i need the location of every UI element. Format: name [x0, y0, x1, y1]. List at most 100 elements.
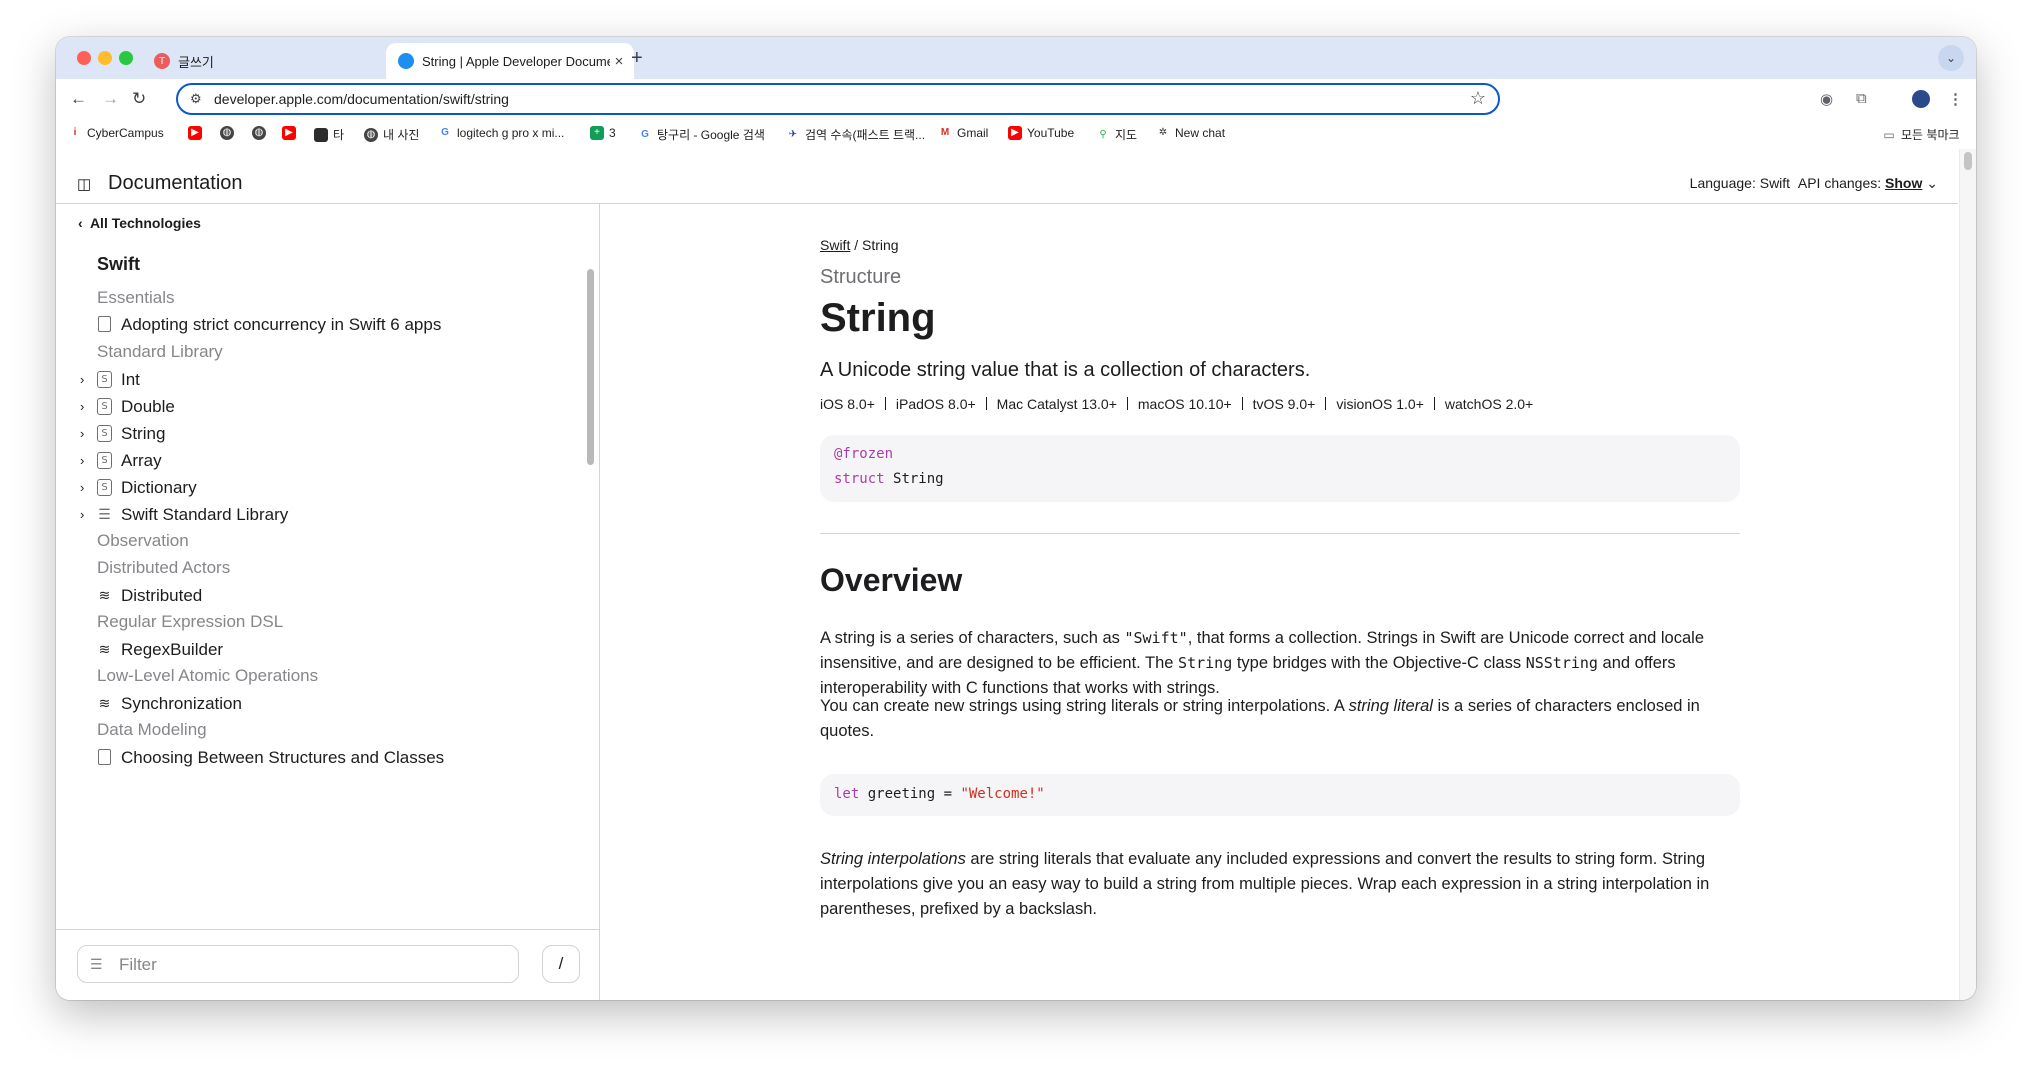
bookmark-item[interactable]: ◍ — [252, 126, 271, 140]
folder-icon: ▭ — [1882, 127, 1896, 142]
filter-icon: ☰ — [90, 956, 103, 972]
chatgpt-icon: ✲ — [1156, 126, 1170, 140]
close-window-button[interactable] — [77, 51, 91, 65]
site-info-icon[interactable]: ⚙ — [190, 91, 202, 107]
nav-item-dictionary[interactable]: › S Dictionary — [56, 477, 576, 503]
reload-icon[interactable]: ↻ — [132, 89, 146, 109]
nav-item-string[interactable]: › S String — [56, 423, 576, 449]
api-changes-toggle[interactable]: Show — [1885, 175, 1922, 191]
maximize-window-button[interactable] — [119, 51, 133, 65]
chevron-down-icon[interactable]: ⌄ — [1926, 175, 1938, 191]
google-icon: G — [638, 127, 652, 142]
filter-input[interactable]: ☰ Filter — [77, 945, 519, 983]
sidebar-scrollbar[interactable] — [587, 269, 594, 465]
overview-paragraph-3: String interpolations are string literal… — [820, 847, 1740, 922]
emphasis: string literal — [1348, 697, 1433, 715]
nav-item-array[interactable]: › S Array — [56, 450, 576, 476]
bookmark-item[interactable]: ✈ 검역 수속(패스트 트랙... — [786, 126, 925, 143]
nav-item-double[interactable]: › S Double — [56, 396, 576, 422]
nav-item-strict-concurrency[interactable]: Adopting strict concurrency in Swift 6 a… — [56, 314, 576, 340]
bookmark-item[interactable]: ◍ 내 사진 — [364, 126, 419, 143]
bookmark-item[interactable]: + 3 — [590, 126, 616, 140]
navigator-title[interactable]: Swift — [97, 254, 140, 275]
overview-heading: Overview — [820, 562, 963, 598]
nav-item-distributed[interactable]: ≋ Distributed — [56, 585, 576, 611]
nav-item-structures-and-classes[interactable]: Choosing Between Structures and Classes — [56, 747, 576, 773]
nav-item-synchronization[interactable]: ≋ Synchronization — [56, 693, 576, 719]
all-technologies-link[interactable]: ‹ All Technologies — [78, 215, 201, 231]
chevron-left-icon: ‹ — [78, 215, 83, 231]
bookmark-label: 타 — [333, 128, 345, 142]
inline-code[interactable]: NSString — [1526, 654, 1598, 672]
forward-icon[interactable]: → — [102, 89, 119, 109]
profile-avatar[interactable] — [1912, 90, 1930, 108]
nav-item-regexbuilder[interactable]: ≋ RegexBuilder — [56, 639, 576, 665]
bookmark-star-icon[interactable]: ☆ — [1470, 88, 1486, 109]
minimize-window-button[interactable] — [98, 51, 112, 65]
extensions-icon[interactable]: ⧉ — [1856, 90, 1867, 107]
bookmark-item[interactable]: G 탕구리 - Google 검색 — [638, 126, 765, 143]
youtube-icon: ▶ — [188, 126, 202, 140]
address-bar[interactable]: ⚙ developer.apple.com/documentation/swif… — [176, 83, 1500, 115]
nav-item-swift-standard-library[interactable]: › ☰ Swift Standard Library — [56, 504, 576, 530]
bookmark-item[interactable]: G logitech g pro x mi... — [438, 126, 564, 140]
nav-item-label: String — [121, 424, 166, 443]
code-text: greeting = — [859, 786, 961, 802]
platform-availability: iOS 8.0+ iPadOS 8.0+ Mac Catalyst 13.0+ mac… — [820, 396, 1533, 412]
bookmark-item[interactable]: ⚲ 지도 — [1096, 126, 1137, 143]
sidebar-toggle-icon[interactable]: ◫ — [77, 175, 91, 193]
text: You can create new strings using string … — [820, 697, 1349, 715]
chevron-right-icon[interactable]: › — [80, 480, 84, 495]
tab-search-button[interactable]: ⌄ — [1938, 45, 1964, 71]
structure-icon: S — [97, 370, 112, 388]
filter-shortcut-button[interactable]: / — [542, 945, 580, 983]
bookmark-label: 모든 북마크 — [1901, 128, 1960, 142]
nav-group-essentials: Essentials — [97, 288, 175, 307]
chevron-right-icon[interactable]: › — [80, 372, 84, 387]
tab-string-docs[interactable]: String | Apple Developer Documentation × — [386, 43, 634, 79]
new-tab-button[interactable]: + — [631, 47, 643, 70]
nav-item-label: Array — [121, 451, 162, 470]
nav-item-label: Swift Standard Library — [121, 505, 289, 524]
inline-code[interactable]: String — [1178, 654, 1232, 672]
nav-item-int[interactable]: › S Int — [56, 369, 576, 395]
chevron-right-icon[interactable]: › — [80, 453, 84, 468]
more-menu-icon[interactable]: ⋮ — [1948, 90, 1963, 108]
camera-icon[interactable]: ◉ — [1820, 90, 1833, 108]
all-bookmarks-folder[interactable]: ▭ 모든 북마크 — [1882, 126, 1960, 143]
bookmark-item[interactable]: ✲ New chat — [1156, 126, 1225, 140]
breadcrumb-swift-link[interactable]: Swift — [820, 237, 850, 253]
bookmark-item[interactable]: M Gmail — [938, 126, 988, 140]
chevron-right-icon[interactable]: › — [80, 426, 84, 441]
nav-group-data-modeling: Data Modeling — [97, 720, 207, 739]
bookmark-item[interactable]: ◍ — [220, 126, 239, 140]
bookmark-item[interactable]: 타 — [314, 126, 344, 143]
chevron-right-icon[interactable]: › — [80, 507, 84, 522]
back-label: All Technologies — [89, 215, 201, 231]
declaration-block: @frozen struct String — [820, 435, 1740, 502]
close-tab-icon[interactable]: × — [610, 53, 628, 70]
tab-title: 글쓰기 — [178, 54, 214, 70]
structure-icon: S — [97, 424, 112, 442]
code-listing: let greeting = "Welcome!" — [820, 774, 1740, 816]
back-icon[interactable]: ← — [70, 89, 87, 109]
url-text[interactable]: developer.apple.com/documentation/swift/… — [214, 91, 509, 107]
global-nav — [56, 149, 1958, 159]
globe-icon: ◍ — [364, 127, 378, 142]
scrollbar-thumb[interactable] — [1964, 152, 1972, 170]
page-scrollbar[interactable] — [1959, 149, 1976, 1000]
nav-group-standard-library: Standard Library — [97, 342, 223, 361]
documentation-title[interactable]: Documentation — [108, 172, 243, 195]
youtube-icon: ▶ — [1008, 126, 1022, 140]
bookmark-label: YouTube — [1027, 126, 1075, 140]
bookmark-label: 탕구리 - Google 검색 — [657, 128, 765, 142]
bookmark-item[interactable]: i CyberCampus — [68, 126, 164, 140]
language-value[interactable]: Swift — [1760, 175, 1790, 191]
bookmark-item[interactable]: ▶ YouTube — [1008, 126, 1074, 140]
bookmark-item[interactable]: ▶ — [282, 126, 301, 140]
breadcrumb: Swift / String — [820, 237, 899, 253]
inline-code: "Swift" — [1124, 629, 1188, 647]
declaration-attribute: @frozen — [834, 446, 894, 462]
bookmark-item[interactable]: ▶ — [188, 126, 207, 140]
chevron-right-icon[interactable]: › — [80, 399, 84, 414]
